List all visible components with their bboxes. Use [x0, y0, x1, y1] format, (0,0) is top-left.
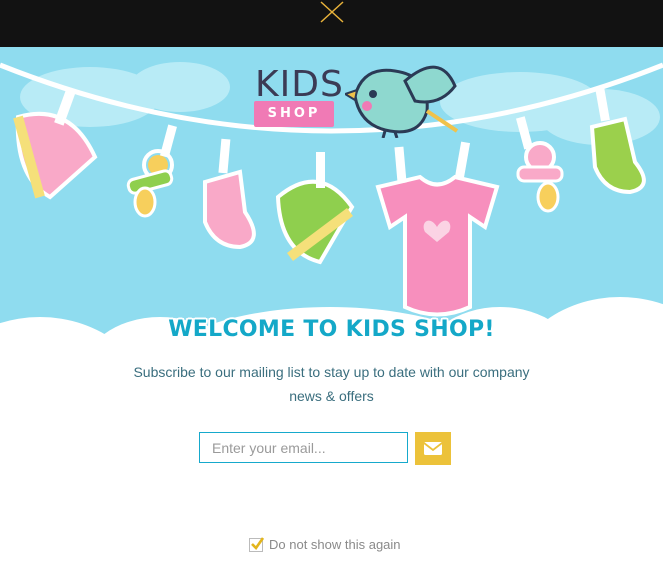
bird-icon	[345, 65, 459, 138]
welcome-headline: WELCOME TO KIDS SHOP!	[168, 317, 495, 342]
close-icon[interactable]	[319, 0, 345, 26]
subscribe-submit-button[interactable]	[415, 432, 451, 465]
email-input[interactable]	[199, 432, 408, 463]
optout-label[interactable]: Do not show this again	[269, 537, 401, 552]
close-button[interactable]	[319, 0, 345, 26]
optout-checkbox[interactable]	[249, 537, 265, 552]
popup-banner: KIDS SHOP WELCOME TO KIDS SHOP! Subscrib…	[0, 47, 663, 571]
logo-word: KIDS	[255, 64, 344, 105]
checkmark-icon	[251, 537, 265, 551]
logo-tag: SHOP	[254, 101, 334, 127]
top-bar	[0, 0, 663, 47]
envelope-icon	[423, 442, 443, 455]
subscribe-description: Subscribe to our mailing list to stay up…	[133, 364, 530, 404]
kids-shop-logo: KIDS SHOP	[253, 64, 463, 158]
